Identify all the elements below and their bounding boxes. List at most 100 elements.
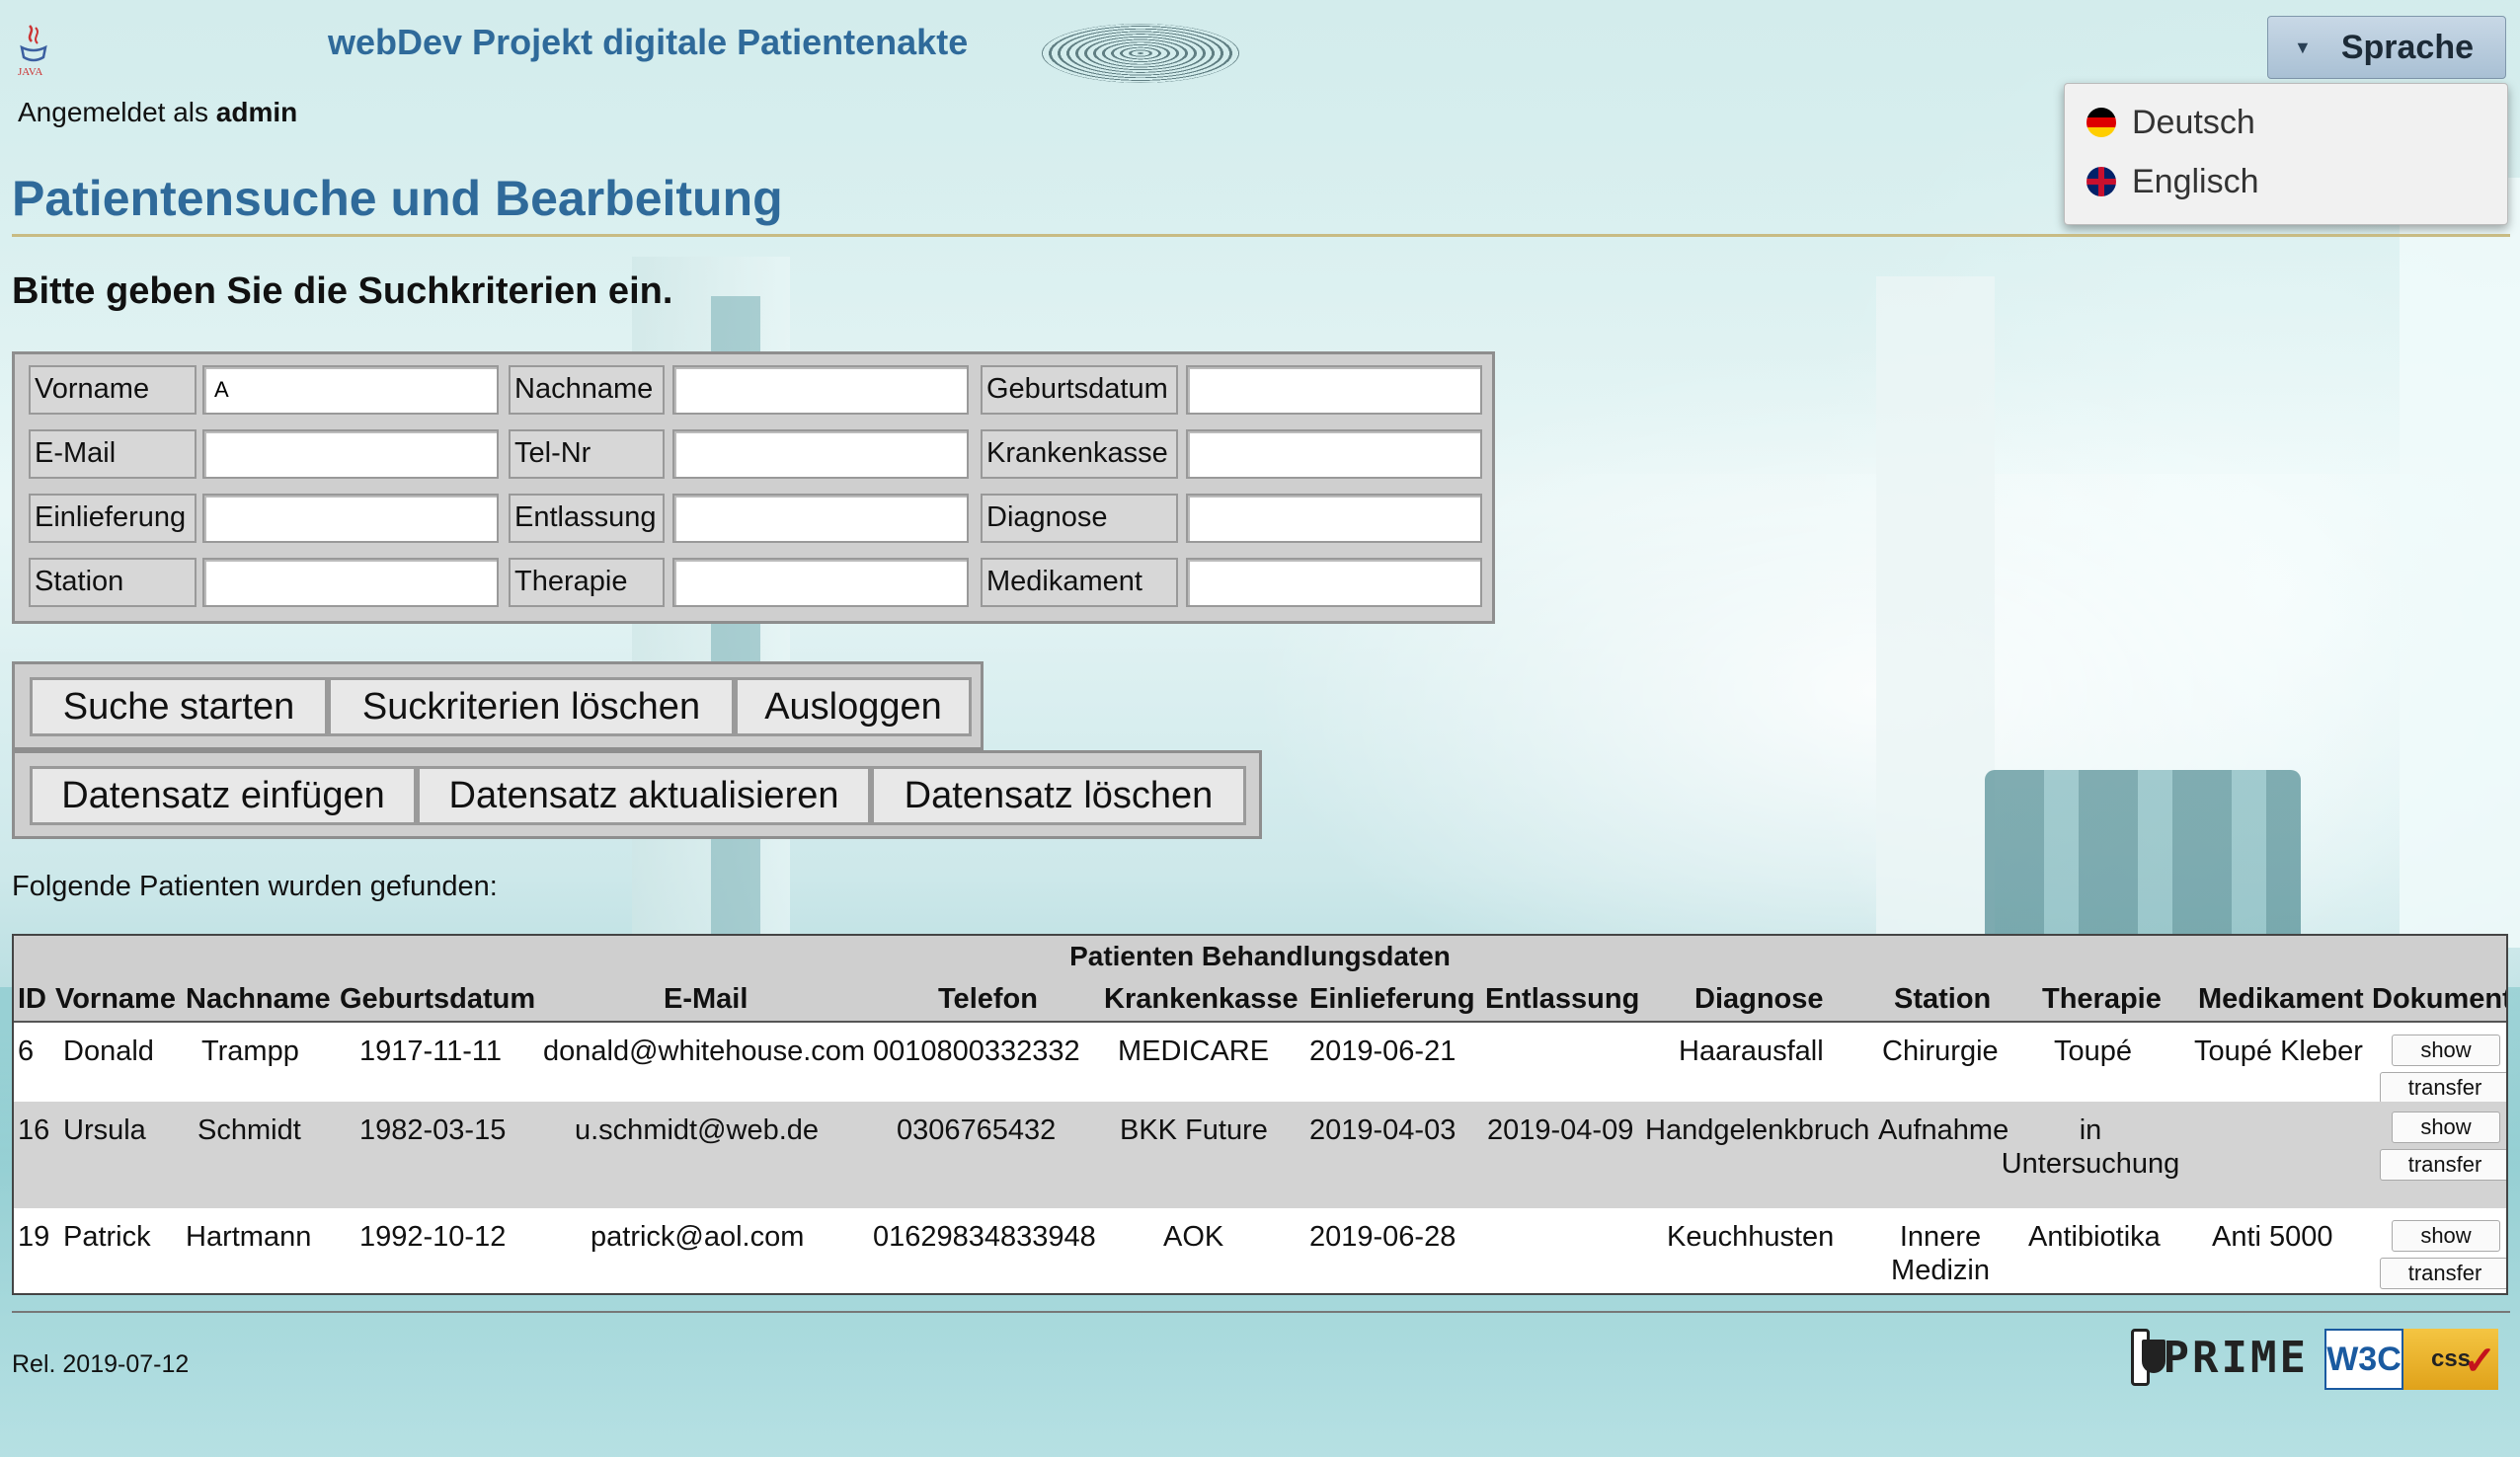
cell-diagnose: Keuchhusten xyxy=(1667,1221,1835,1253)
geburtsdatum-input[interactable] xyxy=(1186,365,1482,415)
logout-button[interactable]: Ausloggen xyxy=(735,677,972,736)
cell-id: 6 xyxy=(18,1035,35,1067)
prime-logo-text: PRIME xyxy=(2163,1332,2309,1383)
tel-nr-input[interactable] xyxy=(672,429,969,479)
cell-email: donald@whitehouse.com xyxy=(543,1035,866,1067)
column-header-entlassung[interactable]: Entlassung xyxy=(1485,977,1639,1021)
table-caption: Patienten Behandlungsdaten xyxy=(14,936,2506,979)
label-nachname: Nachname xyxy=(509,365,665,415)
w3c-logo-text: W3C xyxy=(2324,1329,2403,1390)
cell-nachname: Trampp xyxy=(201,1035,299,1067)
caret-down-icon: ▼ xyxy=(2294,37,2312,57)
transfer-document-button[interactable]: transfer xyxy=(2380,1149,2506,1181)
cell-einlieferung: 2019-06-21 xyxy=(1309,1035,1457,1067)
cell-vorname: Donald xyxy=(63,1035,154,1067)
station-input[interactable] xyxy=(202,558,499,607)
cell-medikament: Anti 5000 xyxy=(2212,1221,2333,1253)
column-header-id[interactable]: ID xyxy=(18,977,46,1021)
cell-email: patrick@aol.com xyxy=(591,1221,805,1253)
krankenkasse-input[interactable] xyxy=(1186,429,1482,479)
svg-text:JAVA: JAVA xyxy=(18,66,42,77)
uk-flag-icon xyxy=(2087,167,2116,196)
show-document-button[interactable]: show xyxy=(2392,1035,2500,1066)
show-document-button[interactable]: show xyxy=(2392,1220,2500,1252)
cell-medikament: Toupé Kleber xyxy=(2194,1035,2363,1067)
label-einlieferung: Einlieferung xyxy=(29,494,197,543)
transfer-document-button[interactable]: transfer xyxy=(2380,1072,2506,1104)
heading-divider xyxy=(12,234,2510,237)
cell-vorname: Ursula xyxy=(63,1114,146,1146)
column-header-medikament[interactable]: Medikament xyxy=(2198,977,2364,1021)
logged-in-info: Angemeldet als admin xyxy=(18,97,297,128)
cell-geburtsdatum: 1992-10-12 xyxy=(359,1221,507,1253)
column-header-therapie[interactable]: Therapie xyxy=(2042,977,2162,1021)
label-krankenkasse: Krankenkasse xyxy=(981,429,1178,479)
search-start-button[interactable]: Suche starten xyxy=(30,677,328,736)
primefaces-logo[interactable]: PRIME xyxy=(2131,1327,2309,1388)
language-dropdown: Deutsch Englisch xyxy=(2064,83,2508,225)
table-row[interactable]: 16 Ursula Schmidt 1982-03-15 u.schmidt@w… xyxy=(14,1102,2506,1208)
medikament-input[interactable] xyxy=(1186,558,1482,607)
language-menu-button[interactable]: ▼ Sprache xyxy=(2267,16,2506,79)
column-header-email[interactable]: E-Mail xyxy=(664,977,748,1021)
w3c-css-valid-badge[interactable]: W3C css ✓ xyxy=(2324,1329,2498,1390)
column-header-diagnose[interactable]: Diagnose xyxy=(1694,977,1824,1021)
cell-station: Aufnahme xyxy=(1878,1114,2009,1146)
logged-in-user: admin xyxy=(215,97,298,127)
cell-station: Chirurgie xyxy=(1882,1035,1999,1067)
language-button-label: Sprache xyxy=(2340,28,2475,66)
table-header-row: ID Vorname Nachname Geburtsdatum E-Mail … xyxy=(14,977,2506,1023)
diagnose-input[interactable] xyxy=(1186,494,1482,543)
email-input[interactable] xyxy=(202,429,499,479)
results-info: Folgende Patienten wurden gefunden: xyxy=(12,871,498,902)
cell-geburtsdatum: 1917-11-11 xyxy=(359,1035,503,1067)
show-document-button[interactable]: show xyxy=(2392,1112,2500,1143)
column-header-nachname[interactable]: Nachname xyxy=(186,977,331,1021)
language-option-label: Deutsch xyxy=(2132,103,2255,141)
language-option-label: Englisch xyxy=(2132,162,2259,200)
search-prompt: Bitte geben Sie die Suchkriterien ein. xyxy=(12,270,673,312)
cell-diagnose: Handgelenkbruch xyxy=(1645,1114,1870,1146)
column-header-geburtsdatum[interactable]: Geburtsdatum xyxy=(340,977,535,1021)
column-header-dokument[interactable]: Dokument xyxy=(2372,977,2506,1021)
language-option-deutsch[interactable]: Deutsch xyxy=(2087,96,2255,149)
table-row[interactable]: 19 Patrick Hartmann 1992-10-12 patrick@a… xyxy=(14,1208,2506,1293)
footer-divider xyxy=(12,1311,2510,1313)
label-medikament: Medikament xyxy=(981,558,1178,607)
nachname-input[interactable] xyxy=(672,365,969,415)
column-header-einlieferung[interactable]: Einlieferung xyxy=(1309,977,1475,1021)
ceiling-vent-decoration xyxy=(1042,24,1239,83)
search-form: Vorname Nachname Geburtsdatum E-Mail Tel… xyxy=(12,351,1495,624)
prime-shield-icon xyxy=(2131,1329,2166,1386)
clear-criteria-button[interactable]: Suckriterien löschen xyxy=(328,677,735,736)
einlieferung-input[interactable] xyxy=(202,494,499,543)
cell-therapie: Toupé xyxy=(2054,1035,2133,1067)
vorname-input[interactable] xyxy=(202,365,499,415)
cell-krankenkasse: MEDICARE xyxy=(1118,1035,1270,1067)
entlassung-input[interactable] xyxy=(672,494,969,543)
page-title: Patientensuche und Bearbeitung xyxy=(12,171,783,226)
table-row[interactable]: 6 Donald Trampp 1917-11-11 donald@whiteh… xyxy=(14,1023,2506,1104)
cell-telefon: 0010800332332 xyxy=(873,1035,1080,1067)
column-header-telefon[interactable]: Telefon xyxy=(938,977,1038,1021)
checkmark-icon: ✓ xyxy=(2463,1340,2496,1383)
language-option-englisch[interactable]: Englisch xyxy=(2087,155,2259,208)
label-station: Station xyxy=(29,558,197,607)
column-header-vorname[interactable]: Vorname xyxy=(55,977,176,1021)
column-header-station[interactable]: Station xyxy=(1894,977,1991,1021)
update-record-button[interactable]: Datensatz aktualisieren xyxy=(417,766,871,825)
cell-telefon: 0306765432 xyxy=(897,1114,1057,1146)
insert-record-button[interactable]: Datensatz einfügen xyxy=(30,766,417,825)
delete-record-button[interactable]: Datensatz löschen xyxy=(871,766,1246,825)
label-geburtsdatum: Geburtsdatum xyxy=(981,365,1178,415)
transfer-document-button[interactable]: transfer xyxy=(2380,1258,2506,1289)
therapie-input[interactable] xyxy=(672,558,969,607)
results-table: Patienten Behandlungsdaten ID Vorname Na… xyxy=(12,934,2508,1295)
cell-nachname: Hartmann xyxy=(186,1221,312,1253)
column-header-krankenkasse[interactable]: Krankenkasse xyxy=(1104,977,1299,1021)
cell-therapie-line-1: in xyxy=(2079,1114,2102,1146)
background-door xyxy=(2400,178,2520,948)
label-entlassung: Entlassung xyxy=(509,494,665,543)
label-email: E-Mail xyxy=(29,429,197,479)
cell-einlieferung: 2019-06-28 xyxy=(1309,1221,1457,1253)
